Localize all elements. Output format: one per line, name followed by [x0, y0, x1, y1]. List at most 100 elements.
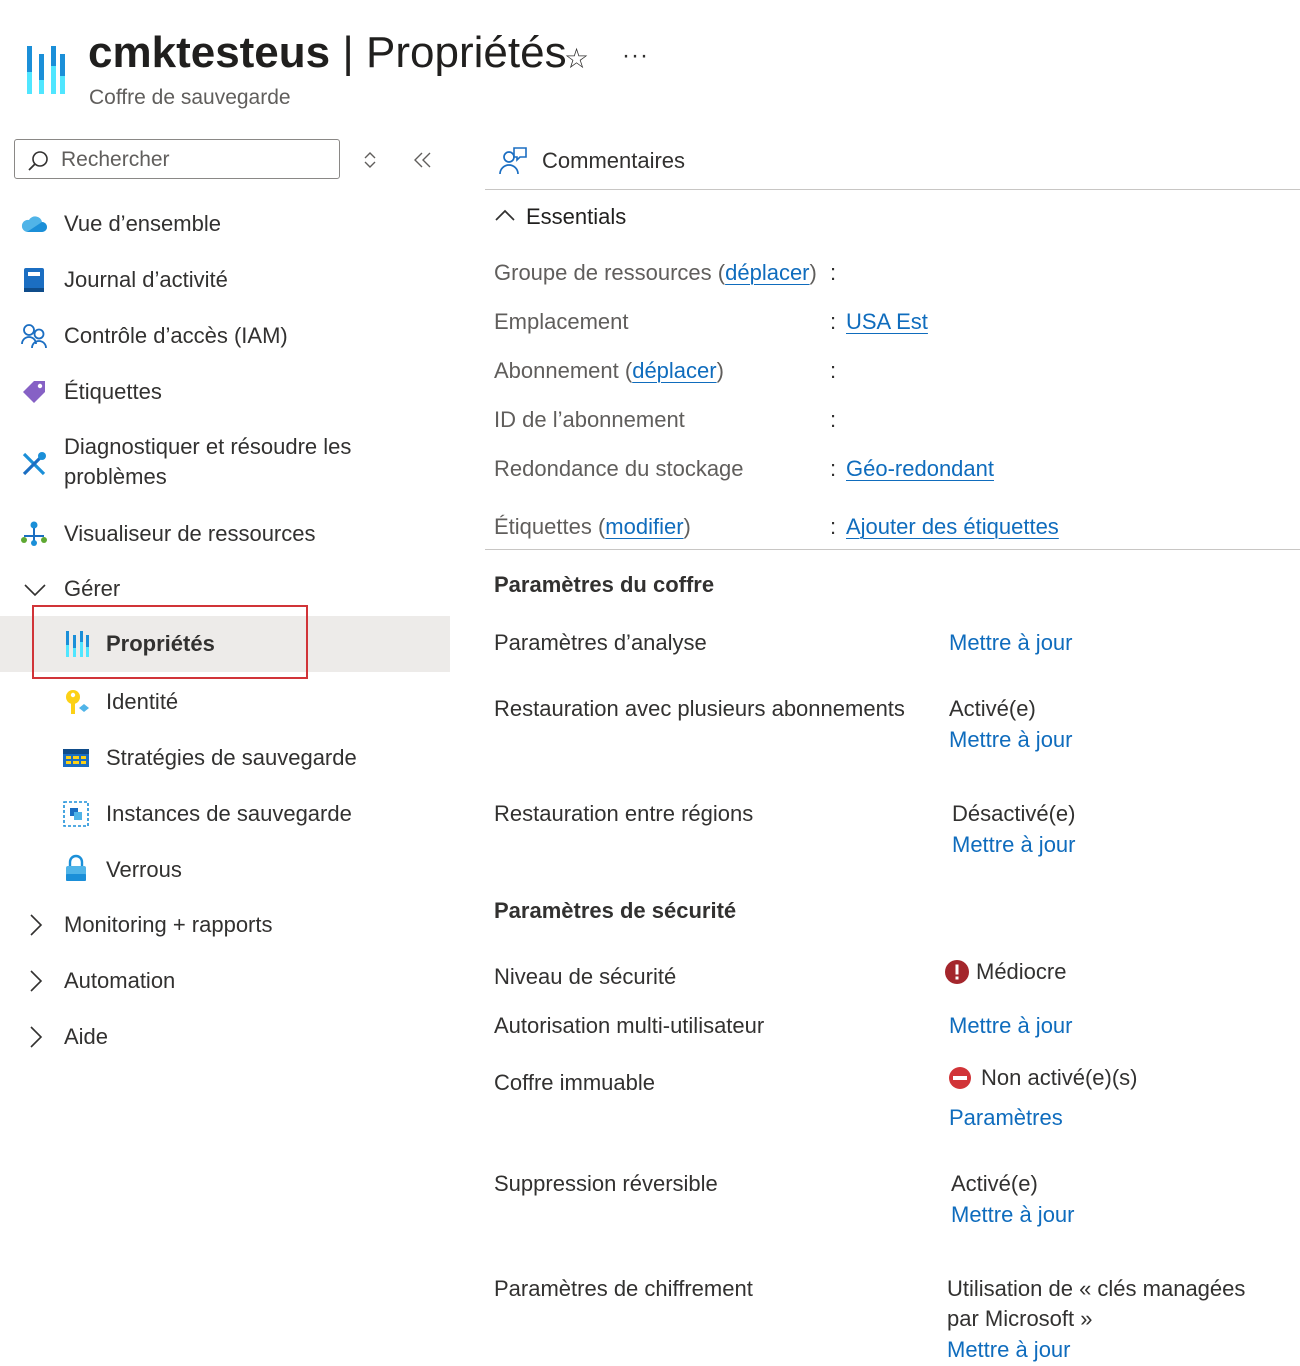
sidebar-item-label: Vue d’ensemble [64, 211, 221, 236]
sidebar-group-label: Aide [64, 1024, 109, 1049]
tag-icon [23, 381, 45, 403]
essentials-key-storage-redundancy: Redondance du stockage [494, 456, 744, 481]
encryption-status-line1: Utilisation de « clés managées [947, 1276, 1246, 1301]
cross-subscription-restore-status: Activé(e) [949, 696, 1036, 721]
sidebar-group-manage[interactable]: Gérer [0, 570, 450, 610]
identity-key-icon [66, 690, 89, 714]
sidebar-item-label: Visualiseur de ressources [64, 521, 316, 546]
soft-delete-label: Suppression réversible [494, 1171, 718, 1196]
collapse-sidebar-icon[interactable] [412, 150, 434, 170]
favorite-star-icon[interactable]: ☆ [564, 42, 589, 75]
cloud-overview-icon [21, 216, 47, 232]
key-text: Groupe de ressources ( [494, 260, 726, 285]
chevron-down-icon [24, 584, 46, 597]
search-input[interactable] [59, 145, 333, 175]
sidebar-item-label: Verrous [106, 857, 182, 882]
sidebar-item-label: Contrôle d’accès (IAM) [64, 323, 288, 348]
sidebar-item-label: Étiquettes [64, 379, 162, 404]
toolbar-divider [485, 189, 1300, 190]
sidebar-item-label: Journal d’activité [64, 267, 228, 292]
title-separator: | [330, 28, 367, 77]
chevron-up-icon [495, 209, 515, 221]
backup-vault-icon [27, 46, 65, 94]
resource-name: cmktesteus [88, 28, 331, 77]
expand-collapse-icon[interactable] [360, 150, 380, 170]
essentials-key-subscription-id: ID de l’abonnement [494, 407, 685, 432]
cross-region-restore-update-link[interactable]: Mettre à jour [952, 830, 1076, 860]
colon: : [830, 456, 837, 481]
colon: : [830, 514, 837, 539]
page-name: Propriétés [366, 28, 567, 77]
encryption-update-link[interactable]: Mettre à jour [947, 1335, 1071, 1365]
activity-log-icon [24, 268, 44, 292]
sidebar-group-monitoring[interactable]: Monitoring + rapports [0, 906, 450, 946]
mua-label: Autorisation multi-utilisateur [494, 1013, 765, 1038]
sidebar-item-backup-instances[interactable]: Instances de sauvegarde [0, 794, 450, 834]
essentials-divider [485, 549, 1300, 550]
cross-region-restore-status: Désactivé(e) [952, 801, 1076, 826]
selection-highlight-box [32, 605, 308, 679]
move-resource-group-link[interactable]: déplacer [725, 260, 809, 285]
essentials-label: Essentials [526, 204, 627, 229]
sidebar-item-label: Stratégies de sauvegarde [106, 745, 357, 770]
add-tags-link[interactable]: Ajouter des étiquettes [846, 512, 1059, 542]
sidebar-item-iam[interactable]: Contrôle d’accès (IAM) [0, 316, 450, 356]
colon: : [830, 260, 837, 285]
sidebar-item-label: Identité [106, 689, 179, 714]
sidebar-item-overview[interactable]: Vue d’ensemble [0, 204, 450, 244]
feedback-icon [499, 147, 527, 175]
sidebar-group-help[interactable]: Aide [0, 1018, 450, 1058]
error-icon [945, 960, 969, 984]
location-link[interactable]: USA Est [846, 307, 928, 337]
sidebar-group-label: Automation [64, 968, 176, 993]
immutable-vault-status: Non activé(e)(s) [981, 1065, 1138, 1090]
sidebar-item-label: Instances de sauvegarde [106, 801, 352, 826]
resource-visualizer-icon [21, 521, 47, 546]
essentials-key-resource-group: Groupe de ressources (déplacer) [494, 258, 817, 288]
sidebar-item-activity-log[interactable]: Journal d’activité [0, 260, 450, 300]
cross-subscription-restore-label: Restauration avec plusieurs abonnements [494, 696, 905, 721]
sidebar-item-tags[interactable]: Étiquettes [0, 372, 450, 412]
analysis-settings-label: Paramètres d’analyse [494, 630, 707, 655]
key-suffix: ) [809, 260, 817, 285]
sidebar-group-automation[interactable]: Automation [0, 962, 450, 1002]
sidebar-item-label: Diagnostiquer et résoudre les [64, 434, 352, 459]
sidebar-item-resource-visualizer[interactable]: Visualiseur de ressources [0, 514, 450, 554]
sidebar-item-backup-policies[interactable]: Stratégies de sauvegarde [0, 738, 450, 778]
key-suffix: ) [683, 514, 691, 539]
sidebar-item-identity[interactable]: Identité [0, 682, 450, 722]
colon: : [830, 407, 837, 432]
soft-delete-update-link[interactable]: Mettre à jour [951, 1200, 1075, 1230]
essentials-key-tags: Étiquettes (modifier) [494, 512, 691, 542]
wrench-icon [22, 452, 46, 476]
analysis-update-link[interactable]: Mettre à jour [949, 628, 1073, 658]
section-title-security-settings: Paramètres de sécurité [494, 898, 737, 923]
lock-icon [66, 854, 86, 881]
resource-type: Coffre de sauvegarde [89, 86, 291, 109]
soft-delete-status: Activé(e) [951, 1171, 1038, 1196]
encryption-status-line2: par Microsoft » [947, 1306, 1093, 1331]
feedback-button[interactable]: Commentaires [498, 146, 698, 176]
security-level-label: Niveau de sécurité [494, 964, 677, 989]
page-title: cmktesteus | Propriétés [88, 28, 567, 78]
edit-tags-link[interactable]: modifier [605, 514, 683, 539]
essentials-toggle[interactable]: Essentials [494, 202, 654, 232]
immutable-vault-label: Coffre immuable [494, 1070, 655, 1095]
blocked-icon [949, 1067, 971, 1089]
chevron-right-icon [30, 1026, 43, 1048]
search-box[interactable] [14, 139, 340, 179]
move-subscription-link[interactable]: déplacer [632, 358, 716, 383]
essentials-key-subscription: Abonnement (déplacer) [494, 356, 724, 386]
cross-subscription-restore-update-link[interactable]: Mettre à jour [949, 725, 1073, 755]
key-text: Abonnement ( [494, 358, 633, 383]
sidebar-group-label: Monitoring + rapports [64, 912, 273, 937]
colon: : [830, 309, 837, 334]
encryption-settings-label: Paramètres de chiffrement [494, 1276, 753, 1301]
immutable-vault-settings-link[interactable]: Paramètres [949, 1103, 1063, 1133]
essentials-key-location: Emplacement [494, 309, 629, 334]
more-options-icon[interactable]: ··· [622, 42, 649, 70]
mua-update-link[interactable]: Mettre à jour [949, 1011, 1073, 1041]
sidebar-item-diagnose[interactable]: Diagnostiquer et résoudre les problèmes [0, 428, 450, 500]
storage-redundancy-link[interactable]: Géo-redondant [846, 454, 994, 484]
sidebar-item-locks[interactable]: Verrous [0, 850, 450, 890]
